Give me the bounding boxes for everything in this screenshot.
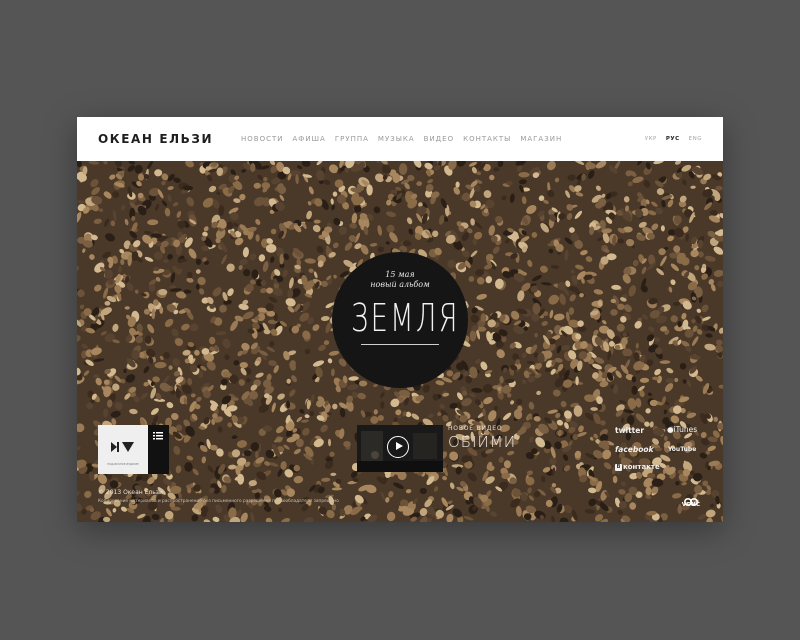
vk-icon: B [615,463,622,471]
video-thumbnail[interactable] [357,425,443,472]
vgnc-label: VGNC [681,502,701,508]
itunes-link[interactable]: ●iTunes [667,425,697,434]
album-subtitle: новый альбом [370,280,430,289]
facebook-link[interactable]: facebook [615,445,654,454]
album-promo-circle[interactable]: 15 мая новый альбом ЗЕМЛЯ [332,252,468,388]
youtube-link[interactable]: YouTube [668,446,696,453]
lang-rus[interactable]: РУС [666,136,680,142]
album-cover[interactable]: ПОДАРОЧНОЕ ИЗДАНИЕ [98,425,148,474]
copyright: © 2013 Океан Ельзи [98,489,163,496]
nav-item-news[interactable]: НОВОСТИ [241,135,284,143]
title-underline [361,344,439,345]
new-video-label: НОВОЕ ВИДЕО [448,425,503,432]
nav-item-contacts[interactable]: КОНТАКТЫ [463,135,511,143]
lang-ukr[interactable]: УКР [645,136,657,142]
lang-eng[interactable]: ENG [689,136,702,142]
vgnc-credit-link[interactable]: VGNC [678,492,704,510]
twitter-link[interactable]: twitter [615,426,644,435]
list-icon [153,432,163,440]
site-logo[interactable]: ОКЕАН ЕЛЬЗИ [98,132,213,146]
main-nav: НОВОСТИ АФИША ГРУППА МУЗЫКА ВИДЕО КОНТАК… [241,135,562,143]
nav-item-music[interactable]: МУЗЫКА [378,135,415,143]
album-title: ЗЕМЛЯ [351,296,460,340]
vkontakte-link[interactable]: Bконтакте [615,463,660,471]
website-frame: ОКЕАН ЕЛЬЗИ НОВОСТИ АФИША ГРУППА МУЗЫКА … [77,117,723,522]
album-widget[interactable]: ПОДАРОЧНОЕ ИЗДАНИЕ [98,425,169,474]
copyright-disclaimer: Копирование материалов и распространение… [98,499,339,504]
site-header: ОКЕАН ЕЛЬЗИ НОВОСТИ АФИША ГРУППА МУЗЫКА … [77,117,723,161]
play-icon[interactable] [387,436,409,458]
release-date: 15 мая [385,270,415,279]
album-menu-button[interactable] [148,425,169,474]
nav-item-shop[interactable]: МАГАЗИН [520,135,562,143]
language-switcher: УКР РУС ENG [645,136,702,142]
nav-item-group[interactable]: ГРУППА [335,135,369,143]
hero-section: 15 мая новый альбом ЗЕМЛЯ ПОДАРОЧНОЕ ИЗД… [77,161,723,522]
cover-caption: ПОДАРОЧНОЕ ИЗДАНИЕ [107,463,139,466]
video-title[interactable]: ОБІЙМИ [448,433,516,451]
itunes-label: iTunes [673,425,698,434]
nav-item-video[interactable]: ВИДЕО [424,135,454,143]
nav-item-afisha[interactable]: АФИША [293,135,326,143]
album-logo-icon [111,442,134,452]
vkontakte-label: контакте [623,463,660,471]
